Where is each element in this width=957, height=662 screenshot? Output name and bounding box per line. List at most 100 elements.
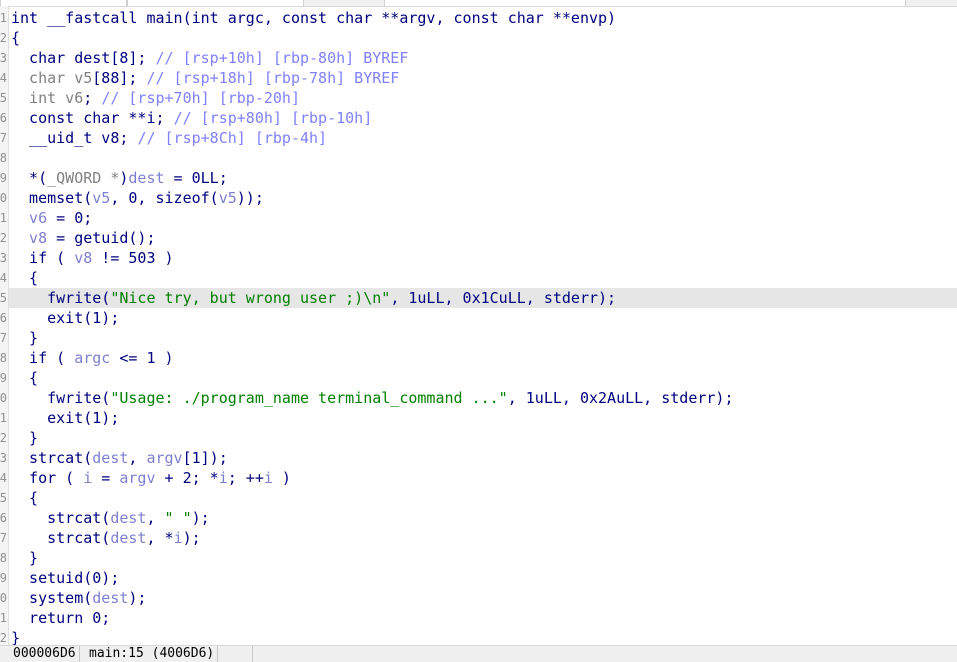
line-number: 12 <box>0 231 7 245</box>
code-token: for ( <box>11 469 84 487</box>
code-token: i <box>83 469 93 487</box>
code-token: // [rsp+70h] [rbp-20h] <box>101 89 300 107</box>
code-line[interactable]: char dest[8]; // [rsp+10h] [rbp-80h] BYR… <box>11 48 957 68</box>
code-token: int __fastcall main(int argc, const char… <box>11 9 617 27</box>
code-token: if ( <box>11 349 75 367</box>
code-token: <= 1 ) <box>110 349 174 367</box>
code-token: != 503 ) <box>92 249 174 267</box>
code-line[interactable]: strcat(dest, " "); <box>11 508 957 528</box>
code-token: char dest[8]; <box>11 49 156 67</box>
code-token: + 2; * <box>155 469 219 487</box>
code-line[interactable]: exit(1); <box>11 408 957 428</box>
code-token: "Nice try, but wrong user ;)\n" <box>110 289 391 307</box>
code-line[interactable]: int __fastcall main(int argc, const char… <box>11 8 957 28</box>
status-empty <box>236 646 253 662</box>
code-line[interactable]: } <box>11 548 957 568</box>
code-line[interactable]: const char **i; // [rsp+80h] [rbp-10h] <box>11 108 957 128</box>
code-line[interactable]: v6 = 0; <box>11 208 957 228</box>
code-token: [1]); <box>182 449 228 467</box>
code-line[interactable]: strcat(dest, argv[1]); <box>11 448 957 468</box>
code-token: const char **i; <box>11 109 174 127</box>
tab[interactable] <box>0 0 127 6</box>
code-token: dest <box>92 449 129 467</box>
code-token: __uid_t v8; <box>11 129 138 147</box>
code-line[interactable]: { <box>11 488 957 508</box>
code-token: , <box>128 449 147 467</box>
code-line[interactable]: } <box>11 428 957 448</box>
code-token: ); <box>182 529 201 547</box>
pseudocode-view[interactable]: int __fastcall main(int argc, const char… <box>9 8 957 648</box>
code-token: strcat( <box>11 449 93 467</box>
code-line[interactable]: system(dest); <box>11 588 957 608</box>
code-line[interactable]: memset(v5, 0, sizeof(v5)); <box>11 188 957 208</box>
code-token: // [rsp+18h] [rbp-78h] BYREF <box>146 69 400 87</box>
code-line[interactable]: __uid_t v8; // [rsp+8Ch] [rbp-4h] <box>11 128 957 148</box>
code-token: memset( <box>11 189 93 207</box>
tab[interactable] <box>127 0 304 6</box>
code-token: // [rsp+8Ch] [rbp-4h] <box>137 129 328 147</box>
line-number: 30 <box>0 591 7 605</box>
code-token: return 0; <box>11 609 111 627</box>
line-number: 9 <box>0 171 7 185</box>
code-token: { <box>11 489 39 507</box>
code-token: , 1uLL, 0x2AuLL, stderr); <box>507 389 734 407</box>
tab-bar <box>0 0 957 7</box>
code-token: i <box>218 469 228 487</box>
code-line[interactable]: return 0; <box>11 608 957 628</box>
code-token: exit(1); <box>11 309 120 327</box>
code-line[interactable]: int v6; // [rsp+70h] [rbp-20h] <box>11 88 957 108</box>
code-line[interactable]: *(_QWORD *)dest = 0LL; <box>11 168 957 188</box>
code-token: ; ++ <box>227 469 264 487</box>
tab-pseudocode[interactable] <box>384 0 906 6</box>
code-line[interactable]: fwrite("Nice try, but wrong user ;)\n", … <box>9 288 957 308</box>
line-number: 13 <box>0 251 7 265</box>
code-token: _QWORD * <box>47 169 120 187</box>
code-token: // [rsp+80h] [rbp-10h] <box>173 109 373 127</box>
code-token: int v6 <box>11 89 84 107</box>
code-line[interactable]: if ( v8 != 503 ) <box>11 248 957 268</box>
code-line[interactable]: { <box>11 268 957 288</box>
code-token: strcat( <box>11 529 111 547</box>
code-token: argv <box>146 449 183 467</box>
line-number: 2 <box>0 31 7 45</box>
code-token: if ( <box>11 249 75 267</box>
code-token: , <box>146 509 165 527</box>
line-number: 14 <box>0 271 7 285</box>
line-number: 24 <box>0 471 7 485</box>
code-token: , 1uLL, 0x1CuLL, stderr); <box>390 289 617 307</box>
code-token: v5 <box>92 189 111 207</box>
line-number: 21 <box>0 411 7 425</box>
code-token: dest <box>128 169 165 187</box>
code-token: exit(1); <box>11 409 120 427</box>
line-number: 27 <box>0 531 7 545</box>
code-line[interactable]: exit(1); <box>11 308 957 328</box>
code-token: "Usage: ./program_name terminal_command … <box>110 389 508 407</box>
code-line[interactable]: } <box>11 328 957 348</box>
line-number: 18 <box>0 351 7 365</box>
code-line[interactable]: if ( argc <= 1 ) <box>11 348 957 368</box>
line-number: 15 <box>0 291 7 305</box>
code-line[interactable]: char v5[88]; // [rsp+18h] [rbp-78h] BYRE… <box>11 68 957 88</box>
code-line[interactable]: { <box>11 368 957 388</box>
code-token: [88]; <box>92 69 147 87</box>
line-number: 16 <box>0 311 7 325</box>
status-offset: 000006D6 <box>10 646 80 662</box>
code-line[interactable]: strcat(dest, *i); <box>11 528 957 548</box>
line-number: 3 <box>0 51 7 65</box>
line-number: 8 <box>0 151 7 165</box>
code-line[interactable]: { <box>11 28 957 48</box>
code-token: argv <box>119 469 156 487</box>
line-number: 26 <box>0 511 7 525</box>
line-number: 29 <box>0 571 7 585</box>
code-line[interactable] <box>11 148 957 168</box>
code-token: = 0; <box>47 209 93 227</box>
line-number: 32 <box>0 631 7 645</box>
code-line[interactable]: for ( i = argv + 2; *i; ++i ) <box>11 468 957 488</box>
code-line[interactable]: fwrite("Usage: ./program_name terminal_c… <box>11 388 957 408</box>
code-token: , 0, sizeof( <box>110 189 219 207</box>
code-line[interactable]: v8 = getuid(); <box>11 228 957 248</box>
code-line[interactable]: setuid(0); <box>11 568 957 588</box>
code-token: strcat( <box>11 509 111 527</box>
code-token: " " <box>164 509 192 527</box>
code-token: fwrite( <box>11 389 111 407</box>
